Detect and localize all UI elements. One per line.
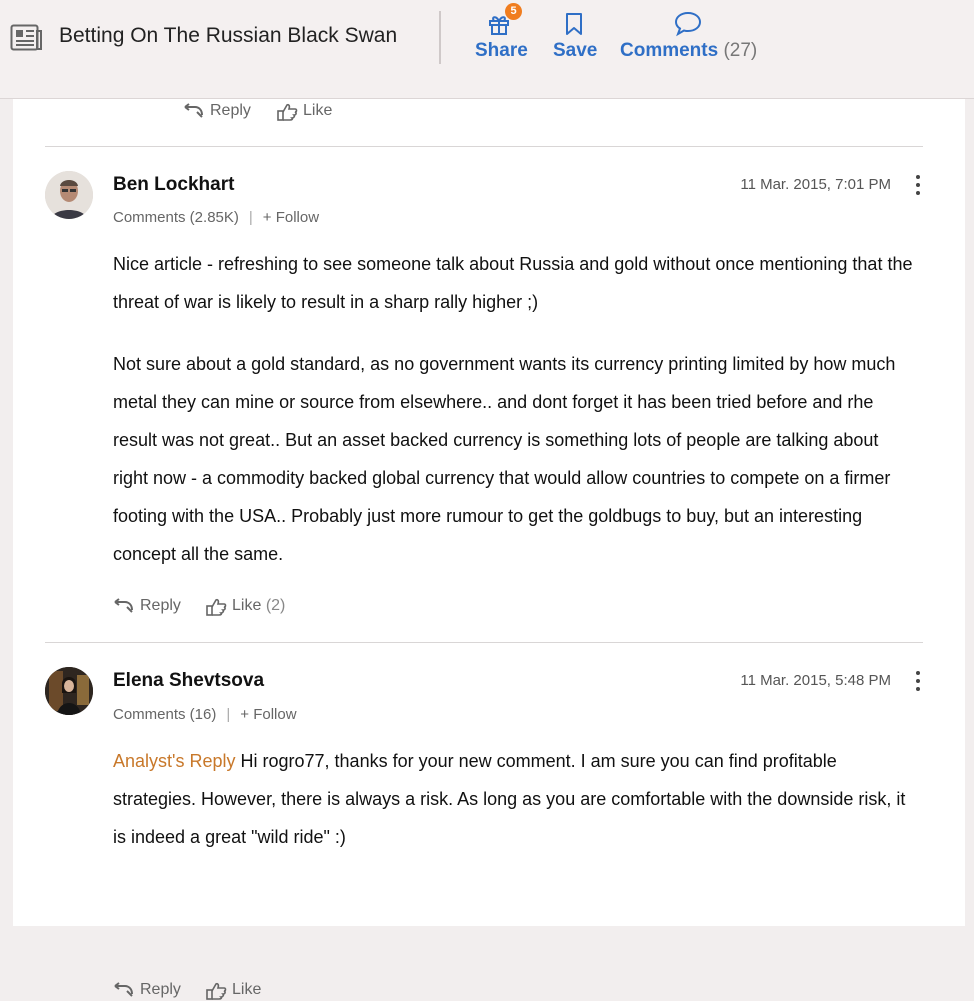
author-meta: Comments (2.85K) | + Follow	[113, 209, 319, 226]
comments-button[interactable]: Comments (27)	[620, 8, 770, 68]
meta-separator: |	[226, 706, 231, 723]
analyst-reply-tag: Analyst's Reply	[113, 751, 236, 771]
comment-author[interactable]: Elena Shevtsova	[113, 670, 264, 692]
article-icon	[10, 24, 42, 51]
share-count-badge: 5	[505, 3, 522, 20]
bookmark-icon	[566, 13, 582, 35]
author-comments-count[interactable]: Comments (16)	[113, 706, 216, 723]
speech-bubble-icon	[674, 11, 702, 37]
comment-paragraph: Nice article - refreshing to see someone…	[113, 254, 913, 312]
thumbs-up-icon	[277, 103, 298, 121]
reply-label: Reply	[140, 597, 181, 614]
comments-label: Comments (27)	[620, 40, 757, 62]
comment-actions: Reply Like	[113, 981, 313, 1001]
comment-author[interactable]: Ben Lockhart	[113, 174, 234, 196]
reply-button[interactable]: Reply	[113, 981, 185, 1001]
avatar-photo	[45, 171, 93, 219]
share-label: Share	[475, 40, 528, 61]
save-label: Save	[553, 40, 598, 61]
article-header-bar: Betting On The Russian Black Swan 5 Shar…	[0, 0, 974, 99]
like-label: Like	[232, 981, 262, 998]
comment-body: Nice article - refreshing to see someone…	[113, 245, 913, 573]
comments-label-text: Comments	[620, 40, 719, 61]
more-options-icon[interactable]	[913, 175, 923, 197]
save-button[interactable]: Save	[553, 8, 603, 68]
more-options-icon[interactable]	[913, 671, 923, 693]
like-text: Like (2)	[232, 597, 285, 615]
comment-body: Analyst's Reply Hi rogro77, thanks for y…	[113, 742, 913, 856]
reply-arrow-icon	[114, 982, 133, 997]
comment-ben-lockhart: Ben Lockhart Comments (2.85K) | + Follow 1…	[13, 146, 965, 642]
like-count: (2)	[265, 597, 286, 614]
author-comments-count[interactable]: Comments (2.85K)	[113, 209, 239, 226]
comment-paragraph: Analyst's Reply Hi rogro77, thanks for y…	[113, 742, 913, 856]
comment-paragraph: Not sure about a gold standard, as no go…	[113, 354, 896, 564]
article-title: Betting On The Russian Black Swan	[59, 24, 398, 47]
follow-button[interactable]: + Follow	[263, 209, 319, 226]
like-label: Like	[303, 102, 333, 119]
header-divider	[439, 11, 441, 64]
comments-count: (27)	[723, 40, 758, 61]
reply-label: Reply	[140, 981, 181, 998]
avatar[interactable]	[45, 171, 93, 219]
like-button[interactable]: Like	[277, 102, 347, 122]
follow-button[interactable]: + Follow	[240, 706, 296, 723]
reply-arrow-icon	[184, 103, 203, 118]
author-meta: Comments (16) | + Follow	[113, 706, 297, 723]
comment-timestamp: 11 Mar. 2015, 5:48 PM	[740, 672, 891, 689]
like-button[interactable]: Like (2)	[206, 597, 306, 617]
thumbs-up-icon	[206, 598, 227, 616]
thumbs-up-icon	[206, 982, 227, 1000]
meta-separator: |	[248, 209, 253, 226]
reply-arrow-icon	[114, 598, 133, 613]
reply-label: Reply	[210, 102, 251, 119]
avatar[interactable]	[45, 667, 93, 715]
reply-button[interactable]: Reply	[113, 597, 185, 617]
avatar-photo	[45, 667, 93, 715]
comments-panel: Reply Like Ben Lockhart Comments (2.85K)	[13, 99, 965, 1000]
share-button[interactable]: 5 Share	[475, 3, 535, 68]
comment-actions: Reply Like (2)	[113, 597, 373, 617]
like-label: Like	[232, 597, 262, 614]
comment-timestamp: 11 Mar. 2015, 7:01 PM	[740, 176, 891, 193]
comment-elena-shevtsova: Elena Shevtsova Comments (16) | + Follow 1…	[13, 642, 965, 1000]
like-button[interactable]: Like	[206, 981, 276, 1001]
previous-comment-actions: Reply Like	[183, 102, 383, 122]
reply-button[interactable]: Reply	[183, 102, 255, 122]
